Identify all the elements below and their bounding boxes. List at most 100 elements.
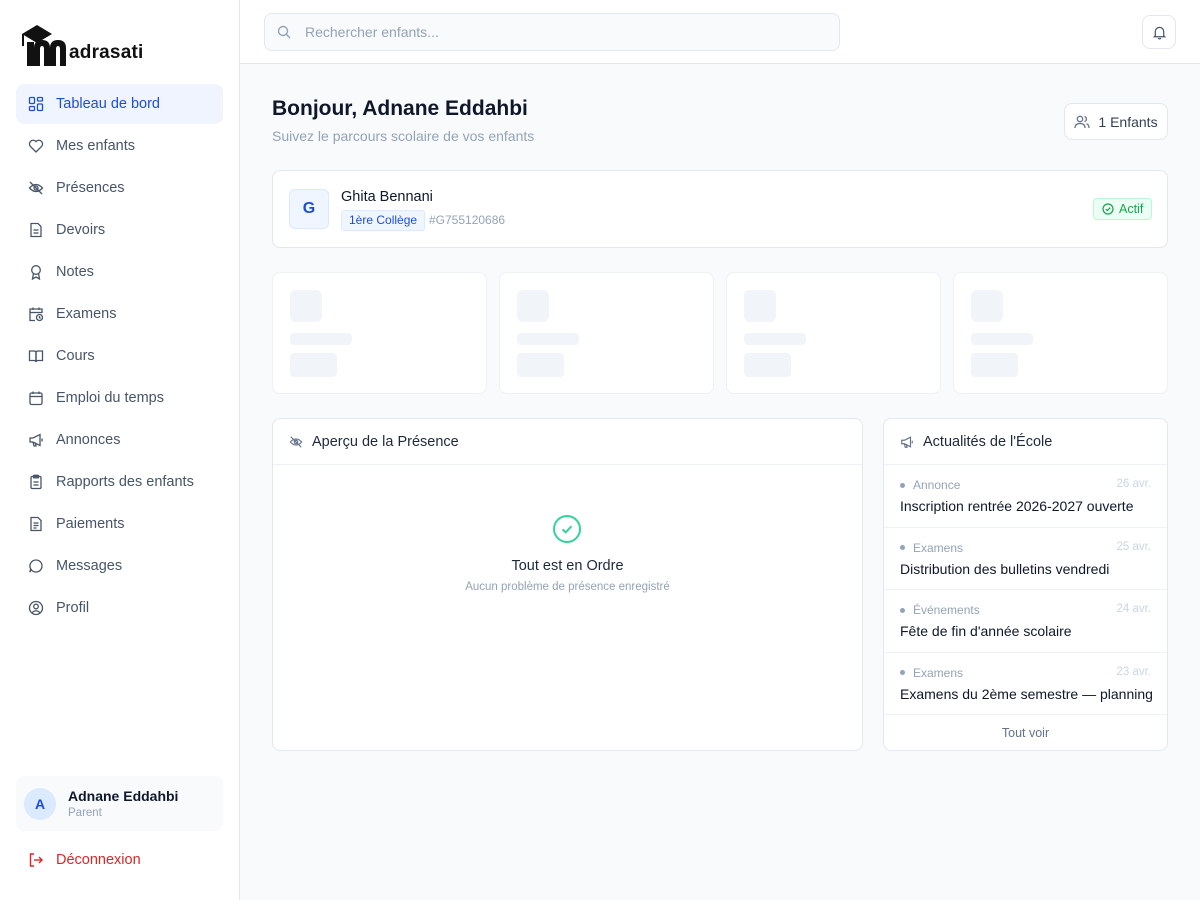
status-badge: Actif bbox=[1093, 198, 1153, 220]
calendar-icon bbox=[29, 391, 43, 406]
logout-icon bbox=[29, 853, 43, 867]
bullet-dot-icon bbox=[900, 670, 905, 675]
news-date: 23 avr. bbox=[1116, 665, 1151, 678]
sidebar-item-label: Annonces bbox=[56, 432, 121, 448]
sidebar-item-label: Profil bbox=[56, 600, 90, 616]
presence-status-subtitle: Aucun problème de présence enregistré bbox=[465, 581, 670, 593]
sidebar-item-rapports-des-enfants[interactable]: Rapports des enfants bbox=[16, 462, 223, 502]
user-card[interactable]: A Adnane Eddahbi Parent bbox=[16, 776, 223, 831]
skeleton-block bbox=[290, 333, 352, 345]
search-icon bbox=[277, 25, 291, 39]
news-title: Fête de fin d'année scolaire bbox=[900, 623, 1072, 639]
avatar: A bbox=[24, 787, 56, 820]
sidebar-item-label: Devoirs bbox=[56, 222, 106, 238]
bullet-dot-icon bbox=[900, 482, 905, 488]
eye-off-icon bbox=[289, 435, 303, 448]
skeleton-block bbox=[744, 333, 806, 345]
news-item[interactable]: Examens 25 avr. Distribution des bulleti… bbox=[884, 528, 1167, 590]
sidebar-item-presences[interactable]: Présences bbox=[16, 168, 223, 208]
users-icon bbox=[1074, 115, 1091, 128]
sidebar-item-tableau-de-bord[interactable]: Tableau de bord bbox=[16, 84, 223, 124]
dashboard-icon bbox=[28, 96, 44, 112]
child-card[interactable]: G Ghita Bennani 1ère Collège #G755120686… bbox=[272, 170, 1168, 248]
megaphone-icon bbox=[901, 435, 913, 448]
sidebar-item-paiements[interactable]: Paiements bbox=[16, 504, 223, 544]
news-category: Annonce bbox=[900, 478, 1151, 492]
sidebar-item-label: Rapports des enfants bbox=[56, 474, 194, 490]
news-category-label: Examens bbox=[913, 665, 964, 680]
stat-card-skeleton bbox=[953, 272, 1168, 394]
message-circle-icon bbox=[29, 559, 43, 573]
logout-label: Déconnexion bbox=[56, 852, 141, 868]
top-header bbox=[240, 0, 1200, 64]
skeleton-block bbox=[290, 353, 337, 377]
skeleton-block bbox=[744, 290, 776, 322]
book-open-icon bbox=[28, 350, 44, 363]
sidebar-item-label: Tableau de bord bbox=[56, 96, 160, 112]
stat-card-skeleton bbox=[272, 272, 487, 394]
logout-button[interactable]: Déconnexion bbox=[28, 852, 141, 868]
news-date: 25 avr. bbox=[1116, 540, 1151, 553]
news-date: 26 avr. bbox=[1116, 478, 1151, 490]
status-label: Actif bbox=[1119, 202, 1144, 216]
presence-status-title: Tout est en Ordre bbox=[511, 558, 624, 574]
sidebar-item-profil[interactable]: Profil bbox=[16, 588, 223, 628]
news-category: Événements bbox=[900, 603, 1151, 617]
sidebar-item-label: Cours bbox=[56, 348, 95, 364]
sidebar-item-label: Paiements bbox=[56, 516, 125, 532]
news-panel-header: Actualités de l'École bbox=[884, 419, 1167, 465]
presence-panel-header: Aperçu de la Présence bbox=[273, 419, 862, 465]
user-circle-icon bbox=[28, 600, 44, 616]
calendar-clock-icon bbox=[29, 307, 44, 322]
news-item[interactable]: Examens 23 avr. Examens du 2ème semestre… bbox=[884, 653, 1167, 715]
heart-icon bbox=[28, 139, 44, 153]
news-panel: Actualités de l'École Annonce 26 avr. In… bbox=[883, 418, 1168, 751]
app-logo[interactable]: adrasati bbox=[20, 18, 143, 68]
sidebar-item-messages[interactable]: Messages bbox=[16, 546, 223, 586]
sidebar-item-mes-enfants[interactable]: Mes enfants bbox=[16, 126, 223, 166]
news-panel-title: Actualités de l'École bbox=[923, 433, 1053, 450]
page-title: Bonjour, Adnane Eddahbi bbox=[272, 97, 528, 120]
see-all-news-link[interactable]: Tout voir bbox=[884, 715, 1167, 750]
search-input[interactable] bbox=[305, 24, 825, 40]
news-category-label: Événements bbox=[913, 603, 980, 617]
check-circle-icon bbox=[1102, 203, 1114, 215]
sidebar-item-label: Messages bbox=[56, 558, 123, 574]
skeleton-block bbox=[517, 353, 564, 377]
user-name: Adnane Eddahbi bbox=[68, 788, 179, 804]
news-category: Examens bbox=[900, 541, 1151, 555]
eye-off-icon bbox=[28, 181, 44, 195]
sidebar-item-cours[interactable]: Cours bbox=[16, 336, 223, 376]
page-subtitle: Suivez le parcours scolaire de vos enfan… bbox=[272, 128, 535, 144]
news-category-label: Annonce bbox=[913, 478, 961, 492]
news-item[interactable]: Événements 24 avr. Fête de fin d'année s… bbox=[884, 590, 1167, 653]
notifications-button[interactable] bbox=[1142, 15, 1176, 49]
sidebar-item-annonces[interactable]: Annonces bbox=[16, 420, 223, 460]
sidebar-item-label: Présences bbox=[56, 180, 125, 196]
sidebar-nav: Tableau de bord Mes enfants Présences De… bbox=[16, 84, 223, 630]
user-role: Parent bbox=[68, 807, 102, 819]
sidebar-item-notes[interactable]: Notes bbox=[16, 252, 223, 292]
skeleton-block bbox=[971, 353, 1018, 377]
news-item[interactable]: Annonce 26 avr. Inscription rentrée 2026… bbox=[884, 465, 1167, 528]
news-category-label: Examens bbox=[913, 540, 964, 555]
child-name: Ghita Bennani bbox=[341, 189, 433, 205]
check-circle-icon bbox=[553, 515, 581, 543]
search-box bbox=[264, 13, 840, 51]
skeleton-block bbox=[290, 290, 322, 322]
sidebar-item-emploi-du-temps[interactable]: Emploi du temps bbox=[16, 378, 223, 418]
receipt-icon bbox=[30, 516, 42, 532]
news-title: Inscription rentrée 2026-2027 ouverte bbox=[900, 498, 1134, 514]
sidebar: adrasati Tableau de bord Mes enfants Pré… bbox=[0, 0, 240, 900]
bell-icon bbox=[1152, 26, 1166, 39]
sidebar-item-devoirs[interactable]: Devoirs bbox=[16, 210, 223, 250]
award-icon bbox=[31, 265, 41, 280]
children-count-button[interactable]: 1 Enfants bbox=[1064, 103, 1168, 140]
child-id: #G755120686 bbox=[429, 213, 506, 227]
skeleton-block bbox=[744, 353, 791, 377]
child-class-badge: 1ère Collège bbox=[341, 210, 426, 231]
news-category: Examens bbox=[900, 666, 1151, 680]
sidebar-item-label: Emploi du temps bbox=[56, 390, 164, 406]
skeleton-block bbox=[517, 333, 579, 345]
sidebar-item-examens[interactable]: Examens bbox=[16, 294, 223, 334]
